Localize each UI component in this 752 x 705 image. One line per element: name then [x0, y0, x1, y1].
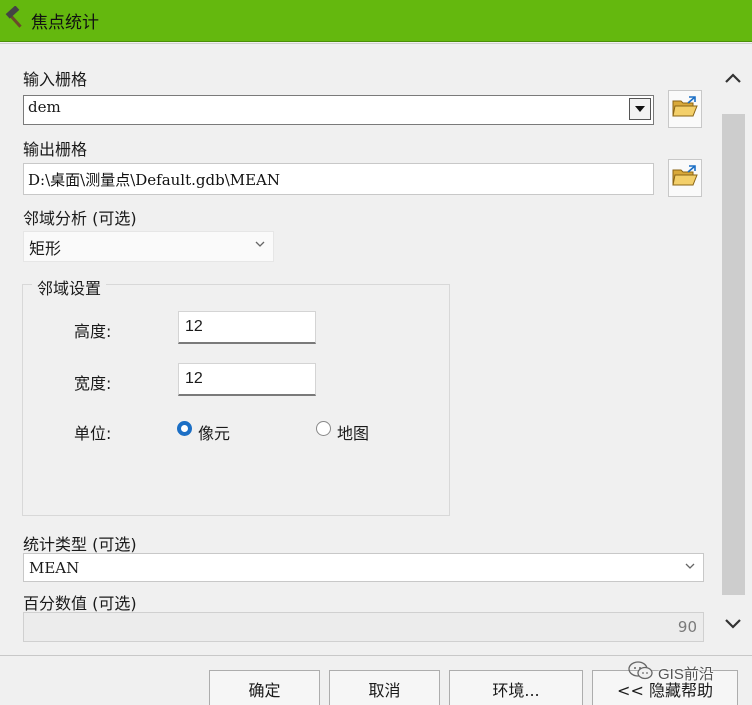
- chevron-up-icon[interactable]: [720, 66, 746, 90]
- neighborhood-label: 邻域分析 (可选): [23, 209, 137, 228]
- title-bar: 焦点统计: [0, 0, 752, 42]
- wechat-icon: [628, 661, 654, 685]
- input-raster-combo[interactable]: dem: [23, 95, 654, 125]
- output-raster-label: 输出栅格: [23, 140, 88, 159]
- chevron-down-icon: [685, 558, 695, 577]
- tool-panel: 输入栅格 dem 输出栅格 D:\桌面\测量点\Default.gdb\MEAN: [0, 43, 752, 655]
- input-raster-value: dem: [28, 98, 61, 116]
- height-label: 高度:: [74, 322, 112, 341]
- environments-button[interactable]: 环境...: [449, 670, 583, 705]
- unit-map-label[interactable]: 地图: [337, 420, 369, 444]
- unit-cell-radio[interactable]: [177, 421, 192, 436]
- hammer-icon: [4, 5, 28, 30]
- statistics-type-value: MEAN: [29, 558, 80, 577]
- cancel-button[interactable]: 取消: [329, 670, 440, 705]
- height-input[interactable]: 12: [178, 311, 316, 344]
- folder-open-icon: [672, 165, 698, 191]
- window-title: 焦点统计: [31, 13, 99, 33]
- percentile-label: 百分数值 (可选): [23, 594, 137, 613]
- output-raster-browse-button[interactable]: [668, 159, 702, 197]
- watermark: GIS前沿: [628, 661, 738, 685]
- ok-button[interactable]: 确定: [209, 670, 320, 705]
- neighborhood-value: 矩形: [29, 238, 62, 258]
- chevron-down-icon: [255, 236, 265, 255]
- width-input[interactable]: 12: [178, 363, 316, 396]
- statistics-type-select[interactable]: MEAN: [23, 553, 704, 582]
- percentile-input: 90: [23, 612, 704, 642]
- output-raster-input[interactable]: D:\桌面\测量点\Default.gdb\MEAN: [23, 163, 654, 195]
- unit-cell-label[interactable]: 像元: [198, 420, 230, 444]
- input-raster-label: 输入栅格: [23, 70, 88, 89]
- scrollbar-thumb[interactable]: [722, 114, 745, 595]
- dropdown-arrow-icon[interactable]: [629, 98, 651, 120]
- width-label: 宽度:: [74, 374, 112, 393]
- vertical-scrollbar[interactable]: [720, 62, 746, 636]
- statistics-type-label: 统计类型 (可选): [23, 535, 137, 554]
- folder-open-icon: [672, 96, 698, 122]
- chevron-down-icon[interactable]: [720, 611, 746, 635]
- watermark-text: GIS前沿: [658, 665, 714, 683]
- neighborhood-settings-title: 邻域设置: [32, 275, 107, 299]
- unit-label: 单位:: [74, 424, 112, 443]
- input-raster-browse-button[interactable]: [668, 90, 702, 128]
- unit-map-radio[interactable]: [316, 421, 331, 436]
- neighborhood-select[interactable]: 矩形: [23, 231, 274, 262]
